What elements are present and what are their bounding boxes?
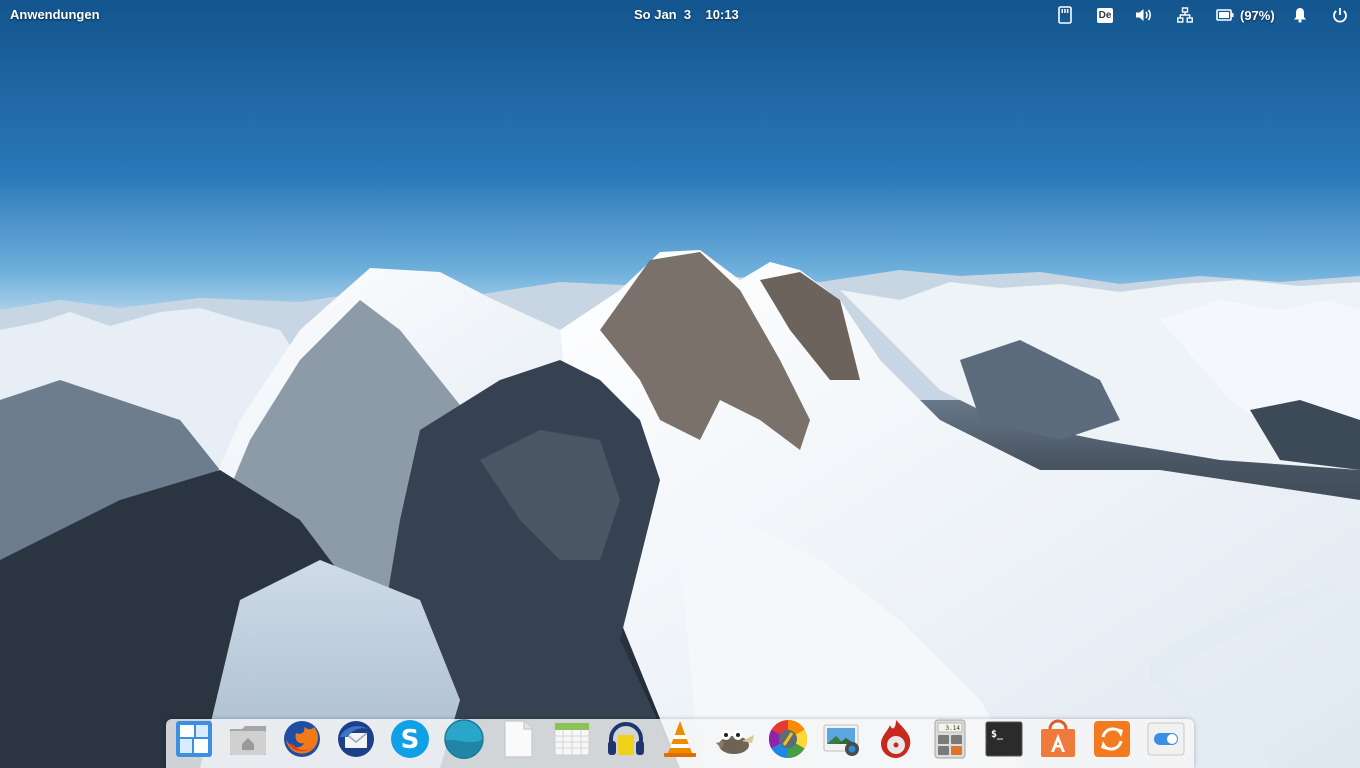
dock-item-vlc[interactable]	[658, 717, 702, 761]
thunderbird-icon	[338, 721, 374, 757]
flame-disc-icon	[881, 720, 911, 758]
dock-item-software-update[interactable]	[1090, 717, 1134, 761]
dock-item-files[interactable]	[226, 717, 270, 761]
document-icon	[504, 720, 533, 758]
dock-item-skype[interactable]: S	[388, 717, 432, 761]
notifications-icon[interactable]	[1292, 5, 1308, 25]
dock-item-calendar[interactable]	[550, 717, 594, 761]
battery-percent: (97%)	[1240, 7, 1275, 23]
svg-text:$_: $_	[991, 729, 1004, 740]
dock: S 3.14 $_	[166, 719, 1194, 768]
top-panel: Anwendungen So Jan 3 10:13 De (97%)	[0, 0, 1360, 30]
desktop-wallpaper	[0, 0, 1360, 768]
volume-icon[interactable]	[1134, 5, 1154, 25]
dock-item-settings[interactable]	[1144, 717, 1188, 761]
dock-item-multitasking-view[interactable]	[172, 717, 216, 761]
dock-item-gimp[interactable]	[712, 717, 756, 761]
power-icon[interactable]	[1331, 5, 1349, 25]
dock-item-midori[interactable]	[442, 717, 486, 761]
vlc-cone-icon	[664, 721, 696, 757]
battery-indicator[interactable]: (97%)	[1216, 5, 1278, 25]
midori-icon	[444, 719, 484, 760]
network-icon[interactable]	[1176, 5, 1194, 25]
dock-item-burner[interactable]	[874, 717, 918, 761]
update-icon	[1094, 721, 1130, 757]
color-wheel-icon	[768, 719, 808, 759]
skype-icon: S	[391, 720, 429, 758]
keyboard-layout-label: De	[1097, 7, 1113, 23]
dock-item-shotwell[interactable]	[820, 717, 864, 761]
folder-home-icon	[230, 726, 266, 755]
dock-item-libreoffice[interactable]	[496, 717, 540, 761]
calculator-icon: 3.14	[934, 719, 966, 759]
keyboard-layout-indicator[interactable]: De	[1096, 5, 1114, 25]
svg-text:3.14: 3.14	[946, 725, 961, 732]
photo-viewer-icon	[823, 724, 859, 756]
storage-icon[interactable]	[1056, 5, 1074, 25]
dock-item-calculator[interactable]: 3.14	[928, 717, 972, 761]
dock-item-color-picker[interactable]	[766, 717, 810, 761]
dock-item-thunderbird[interactable]	[334, 717, 378, 761]
date-time-indicator[interactable]: So Jan 3 10:13	[634, 7, 739, 22]
svg-text:S: S	[401, 725, 420, 755]
dock-item-firefox[interactable]	[280, 717, 324, 761]
calendar-icon	[554, 722, 590, 756]
applications-menu[interactable]: Anwendungen	[10, 7, 100, 22]
terminal-icon: $_	[985, 721, 1023, 757]
settings-toggle-icon	[1147, 722, 1185, 756]
gimp-icon	[716, 730, 754, 754]
multitasking-view-icon	[176, 721, 212, 757]
firefox-icon	[284, 721, 320, 757]
appcenter-icon	[1041, 719, 1075, 757]
dock-item-appcenter[interactable]	[1036, 717, 1080, 761]
dock-item-audacious[interactable]	[604, 717, 648, 761]
battery-icon	[1216, 9, 1234, 21]
headphones-icon	[608, 722, 644, 755]
dock-item-terminal[interactable]: $_	[982, 717, 1026, 761]
